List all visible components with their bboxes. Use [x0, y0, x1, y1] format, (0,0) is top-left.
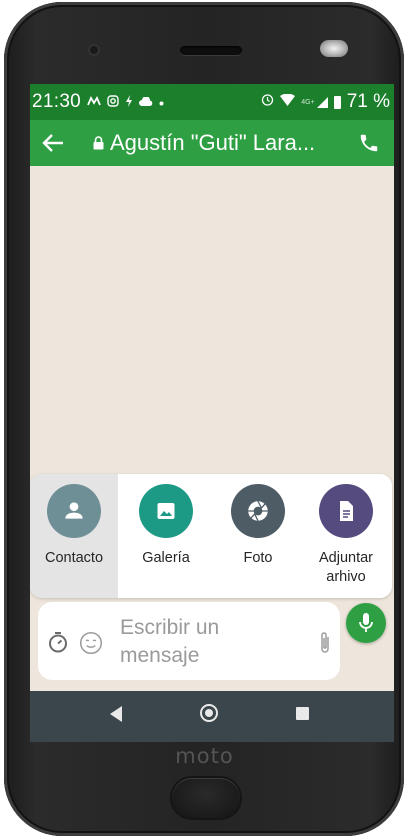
- voice-message-button[interactable]: [346, 603, 386, 643]
- attach-option-label: Contacto: [44, 550, 104, 566]
- phone-screen: 21:30 4G+ 71 % Agustín "Guti" Lara... Co…: [30, 84, 394, 742]
- call-button[interactable]: [352, 120, 386, 166]
- motorola-icon: [87, 95, 101, 109]
- attach-option-photo[interactable]: Foto: [214, 474, 302, 598]
- battery-percent: 71 %: [346, 91, 390, 112]
- phone-icon: [360, 134, 378, 152]
- contact-name-title[interactable]: Agustín "Guti" Lara...: [110, 130, 360, 156]
- instagram-icon: [107, 94, 119, 110]
- person-icon: [47, 484, 101, 538]
- system-navigation-bar: [30, 691, 394, 742]
- network-type-label: 4G+: [301, 98, 315, 106]
- back-button[interactable]: [30, 120, 76, 166]
- attach-option-contact[interactable]: Contacto: [30, 474, 118, 598]
- document-icon: [319, 484, 373, 538]
- front-flash: [320, 40, 348, 57]
- image-icon: [139, 484, 193, 538]
- arrow-back-icon: [42, 134, 63, 152]
- emoji-icon[interactable]: [78, 630, 104, 661]
- chat-messages-area[interactable]: [30, 166, 394, 470]
- lte-signal-icon: [316, 96, 328, 108]
- nav-back-button[interactable]: [110, 706, 122, 722]
- lock-icon: [90, 133, 106, 153]
- nav-home-button[interactable]: [200, 704, 218, 722]
- cloud-icon: [139, 95, 153, 109]
- attach-option-gallery[interactable]: Galería: [122, 474, 210, 598]
- front-camera: [88, 44, 100, 56]
- dot-icon: [159, 95, 164, 109]
- status-time: 21:30: [32, 91, 82, 112]
- camera-aperture-icon: [231, 484, 285, 538]
- chat-app-bar: Agustín "Guti" Lara...: [30, 120, 394, 166]
- alarm-icon: [261, 93, 274, 111]
- attach-option-label: Adjuntar arhivo: [318, 550, 373, 585]
- timer-icon[interactable]: [46, 630, 70, 659]
- paperclip-icon[interactable]: [318, 630, 332, 661]
- battery-icon: [333, 95, 341, 109]
- attachment-menu: Contacto Galería Foto Adjuntar arhivo: [30, 474, 392, 598]
- message-input[interactable]: Escribir un mensaje: [120, 614, 300, 670]
- attach-option-label: Foto: [243, 550, 273, 566]
- notification-icon: [125, 94, 133, 110]
- device-brand-logo: moto: [175, 744, 234, 768]
- attach-option-document[interactable]: Adjuntar arhivo: [302, 474, 390, 598]
- nav-recents-button[interactable]: [296, 707, 309, 720]
- message-composer: Escribir un mensaje: [38, 602, 340, 680]
- microphone-icon: [359, 613, 373, 632]
- attach-option-label: Galería: [142, 550, 190, 566]
- status-bar: 21:30 4G+ 71 %: [30, 84, 394, 120]
- earpiece-speaker: [180, 46, 242, 55]
- wifi-icon: [280, 93, 296, 111]
- fingerprint-home-key[interactable]: [172, 778, 240, 818]
